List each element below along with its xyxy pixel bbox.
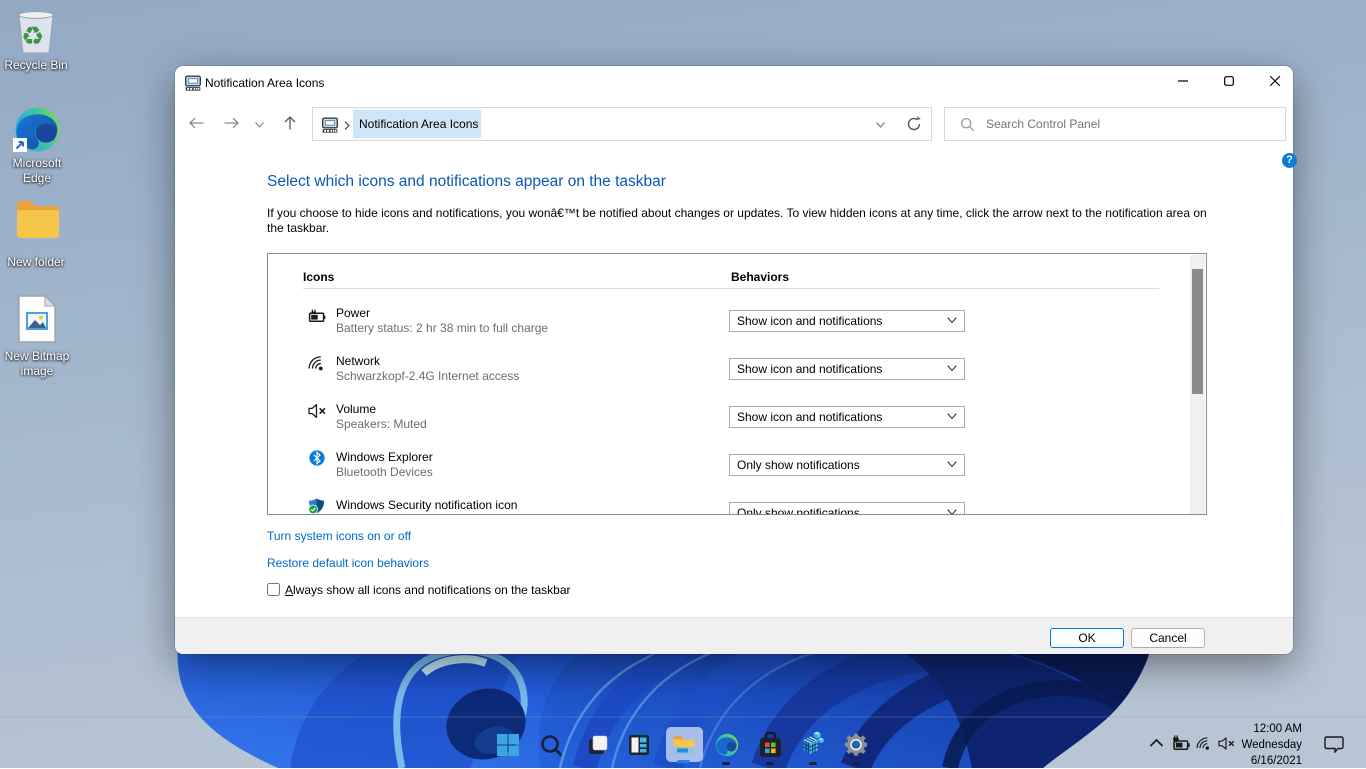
svg-text:♻: ♻ — [21, 21, 44, 51]
